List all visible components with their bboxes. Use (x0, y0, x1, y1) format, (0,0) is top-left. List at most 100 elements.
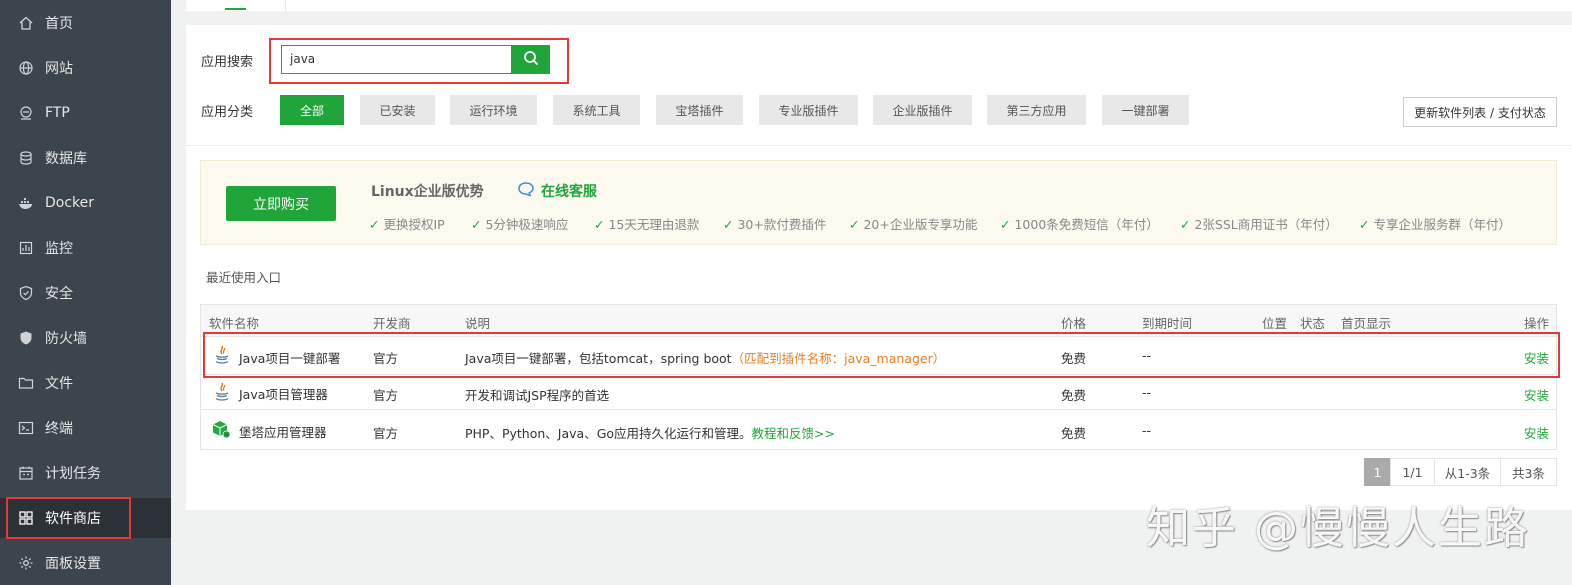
sidebar-item-label: 网站 (45, 61, 73, 77)
developer: 官方 (373, 388, 399, 403)
sidebar-item-website[interactable]: 网站 (0, 48, 171, 88)
buy-now-button[interactable]: 立即购买 (226, 186, 336, 221)
tutorial-feedback-link[interactable]: 教程和反馈>> (752, 426, 835, 441)
software-name[interactable]: 堡塔应用管理器 (239, 422, 327, 441)
category-pro-plugins[interactable]: 专业版插件 (759, 95, 858, 125)
sidebar-item-label: 防火墙 (45, 331, 87, 347)
search-label: 应用搜索 (201, 55, 254, 70)
update-software-list-button[interactable]: 更新软件列表 / 支付状态 (1403, 97, 1557, 127)
sidebar-item-home[interactable]: 首页 (0, 3, 171, 43)
monitor-icon (18, 240, 34, 256)
category-enterprise-plugins[interactable]: 企业版插件 (873, 95, 972, 125)
category-all[interactable]: 全部 (280, 95, 344, 125)
page-range: 从1-3条 (1434, 458, 1501, 486)
firewall-icon (18, 330, 34, 346)
row-divider (201, 409, 1556, 410)
divider (186, 145, 1572, 146)
column-header: 说明 (465, 316, 491, 331)
sidebar-item-label: Docker (45, 195, 95, 211)
promo-title: Linux企业版优势 (371, 184, 484, 200)
promo-feature: ✓ 5分钟极速响应 (471, 217, 569, 232)
promo-feature: ✓ 20+企业版专享功能 (849, 217, 978, 232)
price: 免费 (1061, 426, 1087, 441)
install-button[interactable]: 安装 (1524, 423, 1549, 442)
expire-time: -- (1142, 385, 1152, 400)
sidebar-item-docker[interactable]: Docker (0, 183, 171, 223)
terminal-icon (18, 420, 34, 436)
promo-feature: ✓ 专享企业服务群（年付） (1359, 217, 1511, 232)
expire-time: -- (1142, 423, 1152, 438)
ftp-icon (18, 105, 34, 121)
sidebar-item-label: 面板设置 (45, 556, 101, 572)
page-current[interactable]: 1 (1364, 458, 1391, 486)
promo-feature: ✓ 15天无理由退款 (594, 217, 700, 232)
sidebar-item-settings[interactable]: 面板设置 (0, 543, 171, 583)
calendar-icon (18, 465, 34, 481)
price: 免费 (1061, 388, 1087, 403)
category-installed[interactable]: 已安装 (360, 95, 435, 125)
tab-divider (285, 0, 286, 11)
category-runtime[interactable]: 运行环境 (450, 95, 537, 125)
database-icon (18, 150, 34, 166)
column-header: 软件名称 (209, 316, 260, 331)
globe-icon (18, 60, 34, 76)
install-button[interactable]: 安装 (1524, 385, 1549, 404)
sidebar-item-terminal[interactable]: 终端 (0, 408, 171, 448)
sidebar-item-security[interactable]: 安全 (0, 273, 171, 313)
highlight-box (203, 332, 1560, 378)
category-bt-plugins[interactable]: 宝塔插件 (656, 95, 743, 125)
developer: 官方 (373, 426, 399, 441)
description: PHP、Python、Java、Go应用持久化运行和管理。教程和反馈>> (465, 426, 835, 441)
software-name[interactable]: Java项目管理器 (239, 384, 328, 403)
java-icon (213, 382, 231, 402)
sidebar-item-label: 首页 (45, 16, 73, 32)
top-tab-bar (186, 0, 1572, 11)
gear-icon (18, 555, 34, 571)
category-third-party[interactable]: 第三方应用 (987, 95, 1086, 125)
category-system-tools[interactable]: 系统工具 (553, 95, 640, 125)
sidebar-item-firewall[interactable]: 防火墙 (0, 318, 171, 358)
sidebar-item-monitor[interactable]: 监控 (0, 228, 171, 268)
sidebar-item-label: 终端 (45, 421, 73, 437)
sidebar-item-database[interactable]: 数据库 (0, 138, 171, 178)
highlight-box (6, 497, 131, 539)
column-header: 到期时间 (1142, 316, 1193, 331)
sidebar-item-label: 计划任务 (45, 466, 101, 482)
sidebar-item-label: 监控 (45, 241, 73, 257)
promo-feature: ✓ 1000条免费短信（年付） (1000, 217, 1159, 232)
chat-icon (517, 181, 541, 201)
category-one-click-deploy[interactable]: 一键部署 (1102, 95, 1189, 125)
online-service-label: 在线客服 (541, 184, 597, 200)
package-icon (211, 419, 231, 439)
docker-icon (18, 195, 34, 211)
sidebar: 首页 网站 FTP 数据库 Docker 监控 安全 防火墙 文件 终端 计划任… (0, 0, 171, 585)
page-total: 共3条 (1500, 458, 1557, 486)
column-header: 状态 (1300, 316, 1326, 331)
shield-icon (18, 285, 34, 301)
category-label: 应用分类 (201, 105, 254, 120)
promo-feature: ✓ 30+款付费插件 (723, 217, 827, 232)
sidebar-item-files[interactable]: 文件 (0, 363, 171, 403)
active-tab-indicator (225, 8, 246, 10)
sidebar-item-ftp[interactable]: FTP (0, 93, 171, 133)
sidebar-item-label: FTP (45, 105, 70, 121)
folder-icon (18, 375, 34, 391)
sidebar-item-label: 安全 (45, 286, 73, 302)
column-header: 位置 (1262, 316, 1288, 331)
home-icon (18, 15, 34, 31)
highlight-box (269, 38, 569, 84)
recent-entries-label: 最近使用入口 (206, 270, 282, 285)
sidebar-item-label: 数据库 (45, 151, 87, 167)
sidebar-item-cron[interactable]: 计划任务 (0, 453, 171, 493)
sidebar-item-label: 文件 (45, 376, 73, 392)
column-header: 操作 (1524, 316, 1550, 331)
online-service-link[interactable]: 在线客服 (517, 181, 597, 201)
watermark: 知乎 @慢慢人生路 (1146, 503, 1530, 554)
promo-feature: ✓ 更换授权IP (369, 217, 445, 232)
column-header: 首页显示 (1341, 316, 1392, 331)
page-count: 1/1 (1390, 458, 1435, 486)
column-header: 开发商 (373, 316, 411, 331)
promo-feature: ✓ 2张SSL商用证书（年付） (1180, 217, 1338, 232)
column-header: 价格 (1061, 316, 1087, 331)
description: 开发和调试JSP程序的首选 (465, 388, 610, 403)
